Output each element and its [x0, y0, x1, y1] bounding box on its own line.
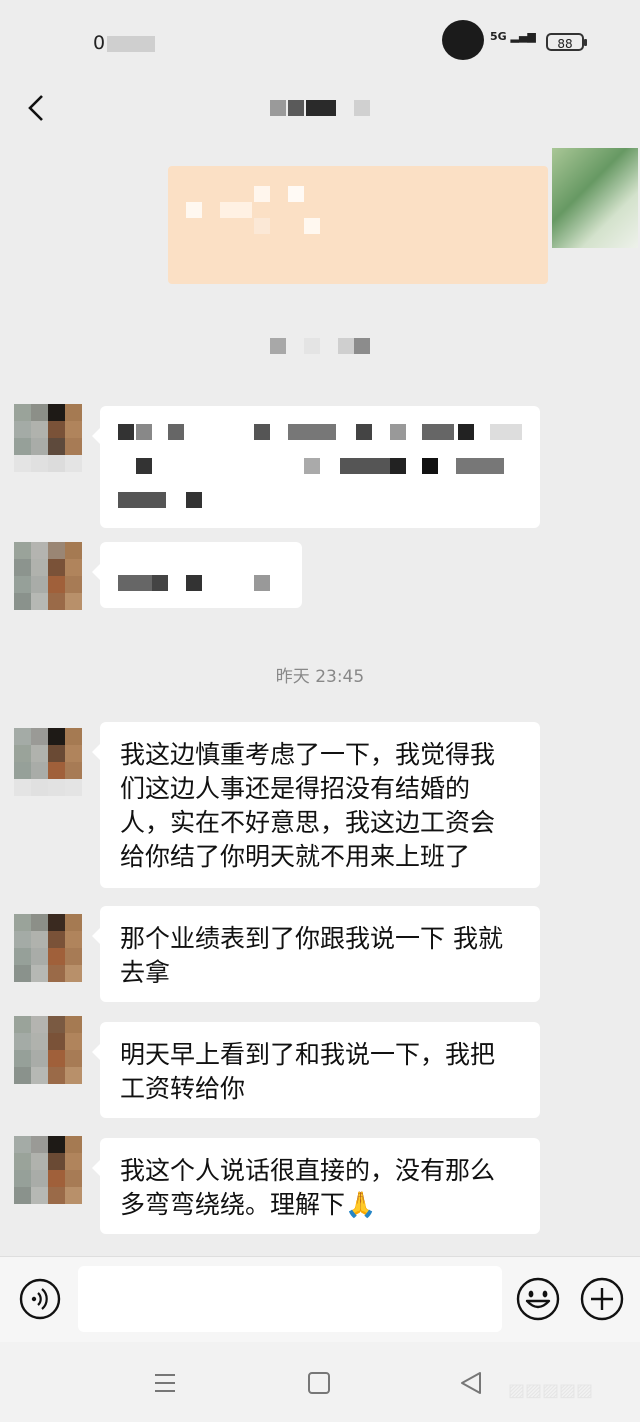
decorative-image: [552, 148, 638, 248]
message-bubble[interactable]: 明天早上看到了和我说一下，我把 工资转给你: [92, 1022, 540, 1118]
battery-indicator: 88: [546, 33, 587, 51]
avatar[interactable]: [14, 728, 82, 796]
chat-title: [270, 100, 370, 118]
plus-icon: [580, 1277, 624, 1321]
voice-icon: [19, 1278, 61, 1320]
voice-button[interactable]: [18, 1277, 61, 1320]
emoji-button[interactable]: [516, 1277, 560, 1321]
message-text: 那个业绩表到了你跟我说一下 我就 去拿: [120, 924, 503, 987]
avatar[interactable]: [14, 542, 82, 610]
nav-back-button[interactable]: [456, 1368, 486, 1398]
camera-cutout: [442, 20, 484, 60]
message-input[interactable]: [78, 1266, 502, 1332]
status-time: 0: [93, 32, 156, 54]
watermark: ▨▨▨▨▨: [508, 1380, 594, 1401]
message-bubble[interactable]: 我这边慎重考虑了一下，我觉得我 们这边人事还是得招没有结婚的 人，实在不好意思，…: [92, 722, 540, 888]
message-text: 我这个人说话很直接的，没有那么 多弯弯绕绕。理解下🙏: [120, 1156, 496, 1219]
shared-card[interactable]: [168, 166, 548, 284]
recent-apps-button[interactable]: [150, 1368, 180, 1398]
avatar[interactable]: [14, 1016, 82, 1084]
emoji-icon: [516, 1277, 560, 1321]
avatar[interactable]: [14, 914, 82, 982]
home-button[interactable]: [304, 1368, 334, 1398]
triangle-back-icon: [461, 1372, 481, 1394]
back-button[interactable]: [18, 88, 58, 128]
message-bubble-redacted[interactable]: [92, 406, 540, 528]
signal-indicator: 5G ▂▄▆: [490, 30, 536, 43]
system-notice: [270, 338, 370, 354]
message-bubble[interactable]: 我这个人说话很直接的，没有那么 多弯弯绕绕。理解下🙏: [92, 1138, 540, 1234]
avatar[interactable]: [14, 404, 82, 472]
more-button[interactable]: [580, 1277, 624, 1321]
message-text: 我这边慎重考虑了一下，我觉得我 们这边人事还是得招没有结婚的 人，实在不好意思，…: [120, 740, 496, 871]
chevron-left-icon: [28, 95, 43, 121]
square-icon: [308, 1372, 330, 1394]
message-bubble-redacted[interactable]: [92, 542, 302, 608]
message-text: 明天早上看到了和我说一下，我把 工资转给你: [120, 1040, 496, 1103]
avatar[interactable]: [14, 1136, 82, 1204]
menu-icon: [155, 1374, 175, 1392]
timestamp: 昨天 23:45: [275, 667, 365, 687]
message-bubble[interactable]: 那个业绩表到了你跟我说一下 我就 去拿: [92, 906, 540, 1002]
